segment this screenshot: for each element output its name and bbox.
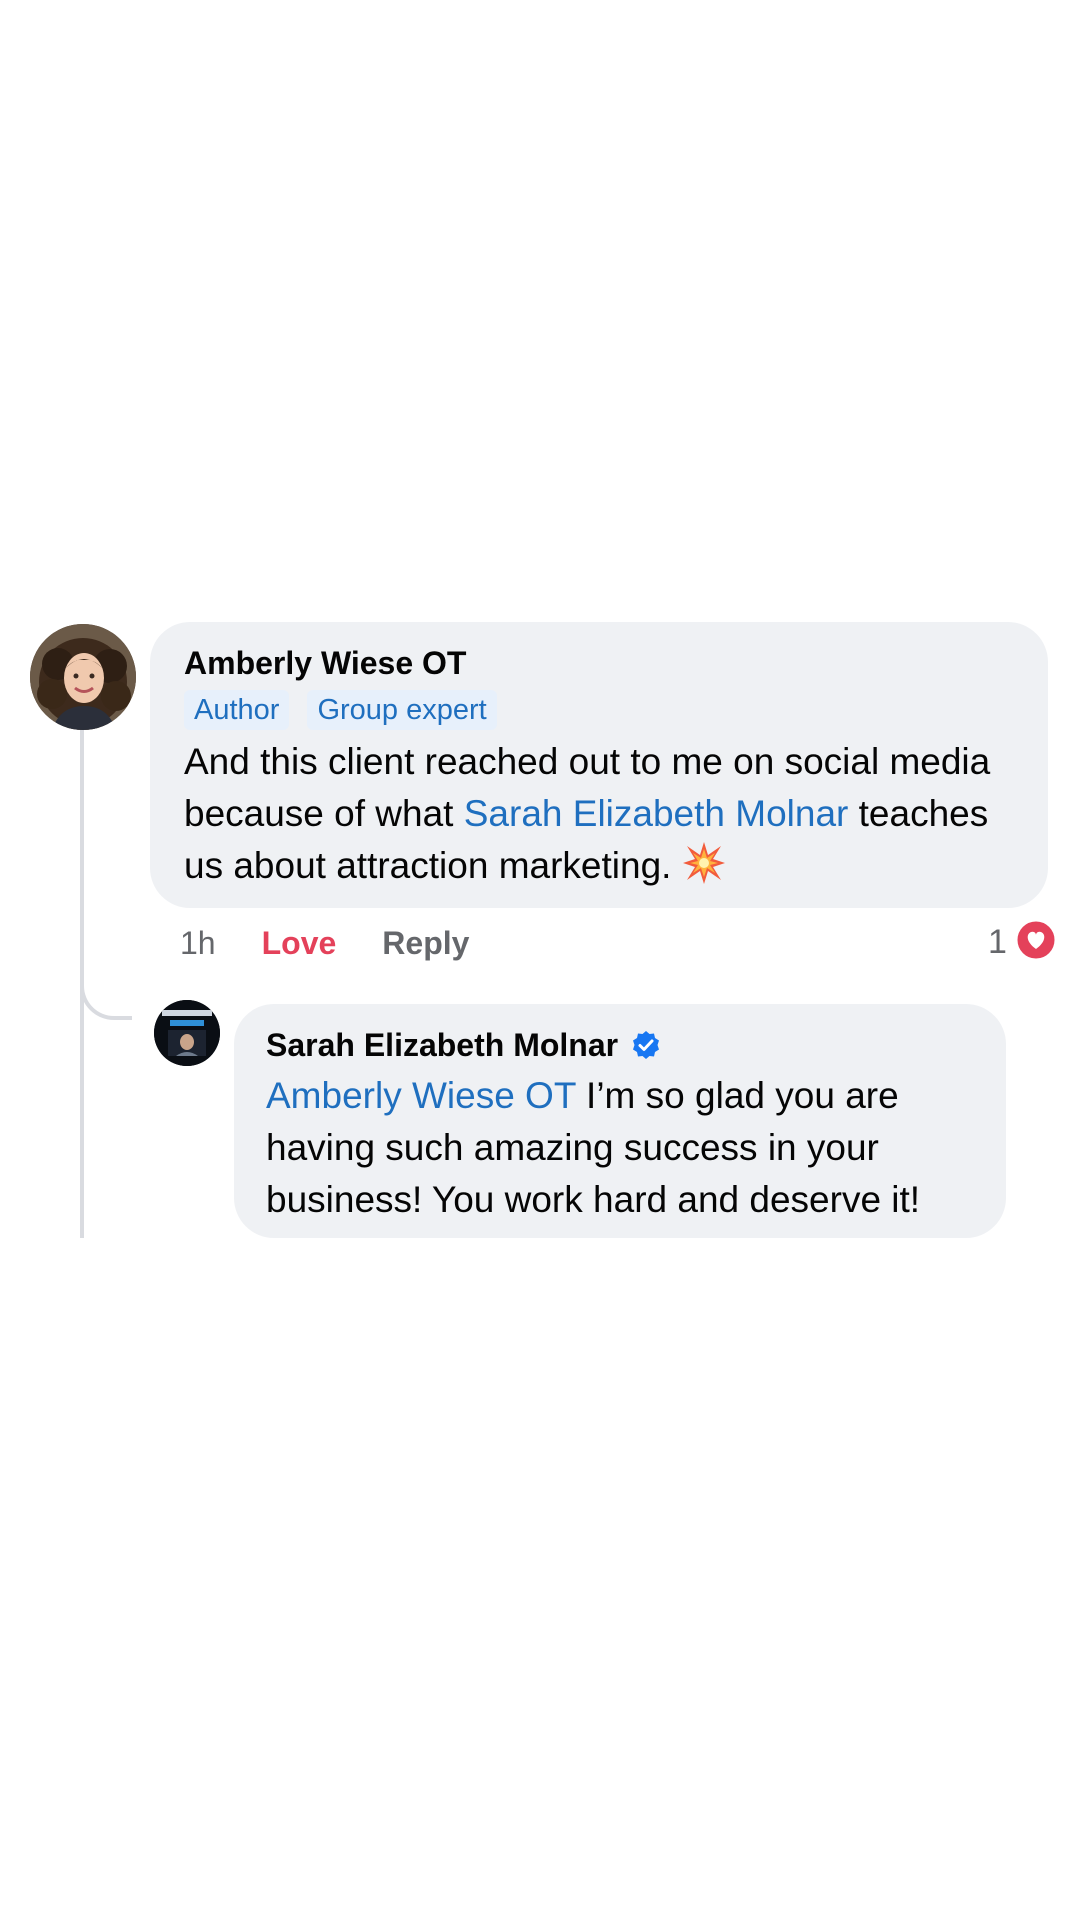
avatar-photo — [30, 624, 136, 730]
reply-mention-link[interactable]: Amberly Wiese OT — [266, 1075, 576, 1116]
reply-author-name[interactable]: Sarah Elizabeth Molnar — [266, 1026, 618, 1064]
verified-badge-icon — [633, 1031, 660, 1059]
reaction-count[interactable]: 1 — [988, 920, 1007, 964]
badge-group-expert: Group expert — [307, 690, 497, 730]
comment-bubble: Amberly Wiese OT Author Group expert And… — [150, 622, 1048, 908]
avatar-amberly[interactable] — [30, 624, 136, 730]
thread-connector-curve — [80, 960, 132, 1020]
comment-mention-link[interactable]: Sarah Elizabeth Molnar — [464, 793, 849, 834]
love-button[interactable]: Love — [262, 922, 337, 964]
reply-author-row: Sarah Elizabeth Molnar — [266, 1026, 976, 1064]
avatar-sarah[interactable] — [154, 1000, 220, 1066]
reply-button[interactable]: Reply — [382, 922, 469, 964]
comment-timestamp[interactable]: 1h — [180, 922, 216, 964]
comment-thread: Amberly Wiese OT Author Group expert And… — [0, 0, 1080, 1920]
heart-reaction-icon[interactable] — [1014, 918, 1058, 962]
collision-burst-icon — [683, 842, 726, 884]
reply-bubble: Sarah Elizabeth Molnar Amberly Wiese OT … — [234, 1004, 1006, 1238]
badge-author: Author — [184, 690, 290, 730]
comment-actions: 1h Love Reply — [180, 922, 469, 964]
avatar-photo — [154, 1000, 220, 1066]
comment-author-name[interactable]: Amberly Wiese OT — [184, 644, 1016, 682]
comment-text: And this client reached out to me on soc… — [184, 736, 1016, 892]
reply-text: Amberly Wiese OT I’m so glad you are hav… — [266, 1070, 976, 1226]
author-badges: Author Group expert — [184, 690, 1016, 730]
